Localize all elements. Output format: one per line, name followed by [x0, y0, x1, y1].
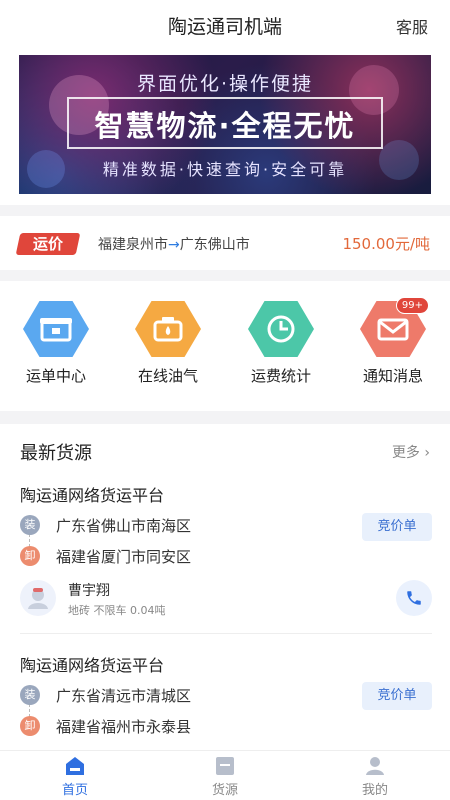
cargo-icon: [175, 755, 275, 777]
notification-badge: 99+: [395, 297, 429, 314]
menu-label: 运单中心: [25, 367, 86, 385]
freight-tag: 运价: [15, 233, 81, 255]
route-from: 福建泉州市: [98, 237, 168, 253]
section-title: 最新货源: [20, 443, 92, 464]
chart-clock-icon: [248, 301, 314, 357]
section-gap: [0, 270, 450, 281]
fuel-icon: [135, 301, 201, 357]
home-icon: [25, 755, 125, 777]
load-tag: 装: [20, 515, 40, 535]
tab-cargo[interactable]: 货源: [175, 755, 275, 798]
tab-label: 首页: [61, 783, 88, 798]
banner-line-3: 精准数据·快速查询·安全可靠: [102, 160, 348, 179]
platform-name: 陶运通网络货运平台: [20, 656, 165, 675]
menu-notifications[interactable]: 99+ 通知消息: [343, 297, 443, 386]
tab-label: 货源: [211, 783, 238, 798]
more-link[interactable]: 更多 ›: [392, 442, 430, 462]
menu-freight-stats[interactable]: 运费统计: [231, 301, 331, 386]
load-tag: 装: [20, 685, 40, 705]
unload-tag: 卸: [20, 546, 40, 566]
load-stop: 装 广东省清远市清城区: [20, 685, 320, 705]
app-header: 陶运通司机端 客服: [0, 0, 450, 50]
freight-route: 福建泉州市→广东佛山市: [98, 234, 250, 254]
unload-address: 福建省厦门市同安区: [56, 548, 192, 566]
freight-price-row[interactable]: 运价 福建泉州市→广东佛山市 150.00元/吨: [0, 216, 450, 270]
menu-label: 运费统计: [250, 367, 311, 385]
tab-home[interactable]: 首页: [25, 755, 125, 798]
page-title: 陶运通司机端: [167, 16, 282, 38]
cargo-card[interactable]: 陶运通网络货运平台 装 广东省佛山市南海区 卸 福建省厦门市同安区 竞价单 曹宇…: [20, 482, 432, 632]
promo-banner[interactable]: 界面优化·操作便捷 智慧物流·全程无忧 精准数据·快速查询·安全可靠: [19, 55, 431, 194]
menu-online-fuel[interactable]: 在线油气: [118, 301, 218, 386]
load-stop: 装 广东省佛山市南海区: [20, 515, 320, 535]
cargo-meta: 地砖 不限车 0.04吨: [68, 604, 166, 617]
waybill-icon: [23, 301, 89, 357]
route-to: 广东佛山市: [179, 237, 250, 253]
load-address: 广东省清远市清城区: [56, 687, 192, 705]
customer-service-link[interactable]: 客服: [396, 14, 428, 38]
banner-headline: 智慧物流·全程无忧: [94, 109, 356, 143]
menu-label: 在线油气: [137, 367, 198, 385]
driver-name: 曹宇翔: [68, 583, 110, 599]
section-gap: [0, 205, 450, 216]
unload-stop: 卸 福建省福州市永泰县: [20, 716, 320, 736]
latest-cargo-section: 最新货源 更多 › 陶运通网络货运平台 装 广东省佛山市南海区 卸 福建省厦门市…: [0, 424, 450, 750]
platform-name: 陶运通网络货运平台: [20, 486, 165, 505]
bid-button[interactable]: 竞价单: [362, 682, 432, 710]
phone-icon[interactable]: [396, 580, 432, 616]
bid-button[interactable]: 竞价单: [362, 513, 432, 541]
quick-menu: 运单中心 在线油气 运费统计 99+ 通知消息: [0, 281, 450, 411]
chevron-right-icon: ›: [424, 445, 430, 461]
unload-stop: 卸 福建省厦门市同安区: [20, 546, 320, 566]
unload-tag: 卸: [20, 716, 40, 736]
freight-price: 150.00元/吨: [342, 235, 430, 253]
banner-line-1: 界面优化·操作便捷: [136, 73, 314, 95]
user-icon: [325, 755, 425, 777]
driver-info: 曹宇翔 地砖 不限车 0.04吨: [20, 580, 432, 620]
tab-mine[interactable]: 我的: [325, 755, 425, 798]
avatar: [20, 580, 56, 616]
bottom-tab-bar: 首页 货源 我的: [0, 750, 450, 800]
menu-waybill-center[interactable]: 运单中心: [6, 301, 106, 386]
load-address: 广东省佛山市南海区: [56, 517, 192, 535]
card-divider: [20, 633, 432, 634]
route-arrow: →: [168, 237, 180, 253]
tab-label: 我的: [361, 783, 388, 798]
unload-address: 福建省福州市永泰县: [56, 718, 192, 736]
cargo-card[interactable]: 陶运通网络货运平台 装 广东省清远市清城区 卸 福建省福州市永泰县 竞价单: [20, 652, 432, 748]
section-gap: [0, 411, 450, 424]
menu-label: 通知消息: [362, 367, 423, 385]
